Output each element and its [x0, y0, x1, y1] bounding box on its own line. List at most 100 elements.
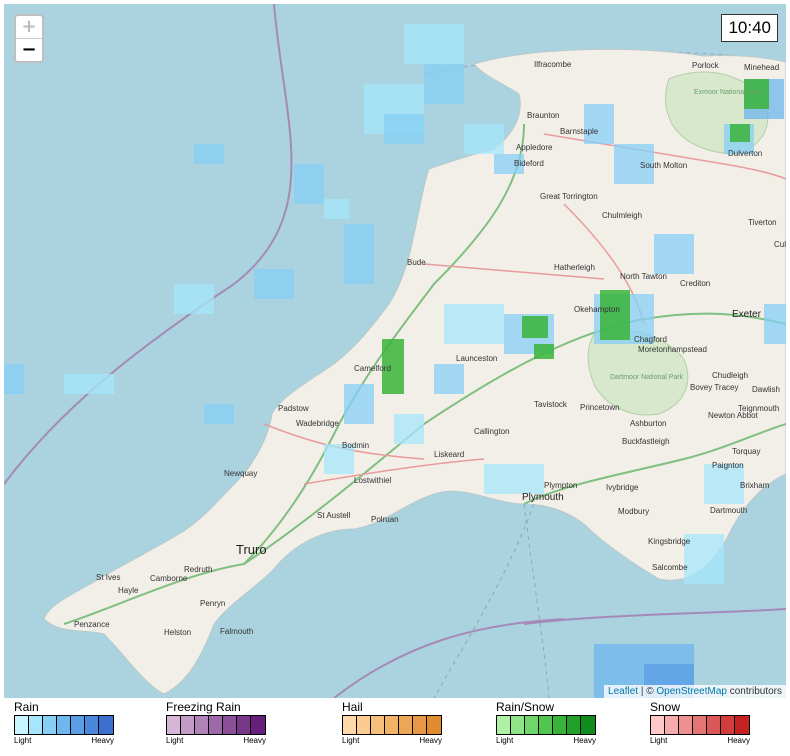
zoom-out-button[interactable]: −	[16, 39, 42, 61]
map-canvas[interactable]: Ilfracombe Porlock Minehead BrauntonBarnsta…	[4, 4, 786, 698]
legend-heavy-label: Heavy	[573, 736, 596, 745]
legend-swatch	[209, 716, 223, 734]
rain-cell	[204, 404, 234, 424]
legend-swatch	[237, 716, 251, 734]
legend-swatch	[581, 716, 595, 734]
legend-swatch	[43, 716, 57, 734]
rain-snow-cell	[730, 124, 750, 142]
place-label: Dartmoor National Park	[610, 374, 684, 381]
place-label: Paignton	[712, 461, 744, 470]
attribution-suffix: contributors	[726, 686, 782, 697]
legend-swatch	[497, 716, 511, 734]
place-label: Moretonhampstead	[638, 345, 707, 354]
legend-light-label: Light	[650, 736, 668, 745]
openstreetmap-link[interactable]: OpenStreetMap	[656, 686, 727, 697]
legend-title: Freezing Rain	[166, 700, 241, 714]
legend-swatch	[343, 716, 357, 734]
place-label: Braunton	[527, 111, 559, 120]
radar-map[interactable]: Ilfracombe Porlock Minehead Braunton Barnsta…	[4, 4, 786, 698]
rain-cell	[654, 234, 694, 274]
legend-swatch	[707, 716, 721, 734]
rain-cell	[344, 384, 374, 424]
legend-swatch	[71, 716, 85, 734]
rain-cell	[434, 364, 464, 394]
place-label: Chudleigh	[712, 371, 748, 380]
rain-cell	[444, 304, 504, 344]
place-label: Kingsbridge	[648, 537, 691, 546]
radar-timestamp: 10:40	[721, 14, 778, 42]
place-label: Lostwithiel	[354, 476, 392, 485]
legend-scale	[496, 715, 596, 735]
rain-cell	[254, 269, 294, 299]
legend-swatch	[85, 716, 99, 734]
legend-light-label: Light	[496, 736, 514, 745]
rain-cell	[704, 464, 744, 504]
legend-heavy-label: Heavy	[419, 736, 442, 745]
legend-swatch	[693, 716, 707, 734]
legend-light-label: Light	[342, 736, 360, 745]
place-label: Plympton	[544, 481, 577, 490]
legend-snow: Snow Light Heavy	[650, 700, 750, 745]
zoom-control: + −	[14, 14, 44, 63]
legend-title: Snow	[650, 700, 681, 714]
rain-cell	[584, 104, 614, 144]
legend-swatch	[251, 716, 265, 734]
map-attribution: Leaflet | © OpenStreetMap contributors	[604, 685, 786, 698]
legend-swatch	[525, 716, 539, 734]
place-label: Newton Abbot	[708, 411, 759, 420]
place-label: Hatherleigh	[554, 263, 595, 272]
place-label: Bude	[407, 258, 426, 267]
legend-swatch	[223, 716, 237, 734]
legend-light-label: Light	[14, 736, 32, 745]
legend-swatch	[181, 716, 195, 734]
legend-heavy-label: Heavy	[727, 736, 750, 745]
place-label: Salcombe	[652, 563, 688, 572]
legend-swatch	[735, 716, 749, 734]
rain-cell	[424, 64, 464, 104]
leaflet-link[interactable]: Leaflet	[608, 686, 638, 697]
place-label: Chagford	[634, 335, 667, 344]
rain-snow-cell	[534, 344, 554, 359]
place-label: Polruan	[371, 515, 399, 524]
rain-cell	[764, 304, 786, 344]
place-label: Ilfracombe	[534, 60, 572, 69]
place-label: Brixham	[740, 481, 770, 490]
place-label: Penzance	[74, 620, 110, 629]
place-label: Cullompton	[774, 240, 786, 249]
legend-swatch	[567, 716, 581, 734]
place-label: Chulmleigh	[602, 211, 642, 220]
legend-scale	[650, 715, 750, 735]
place-label: Ashburton	[630, 419, 666, 428]
place-label: Bovey Tracey	[690, 383, 738, 392]
legend-swatch	[195, 716, 209, 734]
place-label: Dulverton	[728, 149, 762, 158]
attribution-separator: | ©	[638, 686, 657, 697]
legend-rain-snow: Rain/Snow Light Heavy	[496, 700, 596, 745]
legend-swatch	[57, 716, 71, 734]
place-label: Dawlish	[752, 385, 780, 394]
legend-hail: Hail Light Heavy	[342, 700, 442, 745]
place-label: Porlock	[692, 61, 720, 70]
legend-swatch	[721, 716, 735, 734]
legend-swatch	[413, 716, 427, 734]
place-label: Hayle	[118, 586, 139, 595]
legend-swatch	[357, 716, 371, 734]
rain-cell	[64, 374, 114, 394]
place-label: Plymouth	[522, 492, 564, 503]
legend-swatch	[29, 716, 43, 734]
place-label: St Austell	[317, 511, 351, 520]
place-label: Modbury	[618, 507, 649, 516]
place-label: Bodmin	[342, 441, 369, 450]
rain-cell	[384, 114, 424, 144]
zoom-in-button[interactable]: +	[16, 16, 42, 39]
legend-swatch	[15, 716, 29, 734]
place-label: Camborne	[150, 574, 188, 583]
place-label: St Ives	[96, 573, 120, 582]
place-label: Great Torrington	[540, 192, 598, 201]
place-label: North Tawton	[620, 272, 667, 281]
legend-swatch	[167, 716, 181, 734]
legend-swatch	[665, 716, 679, 734]
place-label: Okehampton	[574, 305, 620, 314]
place-label: Buckfastleigh	[622, 437, 670, 446]
legend-swatch	[539, 716, 553, 734]
